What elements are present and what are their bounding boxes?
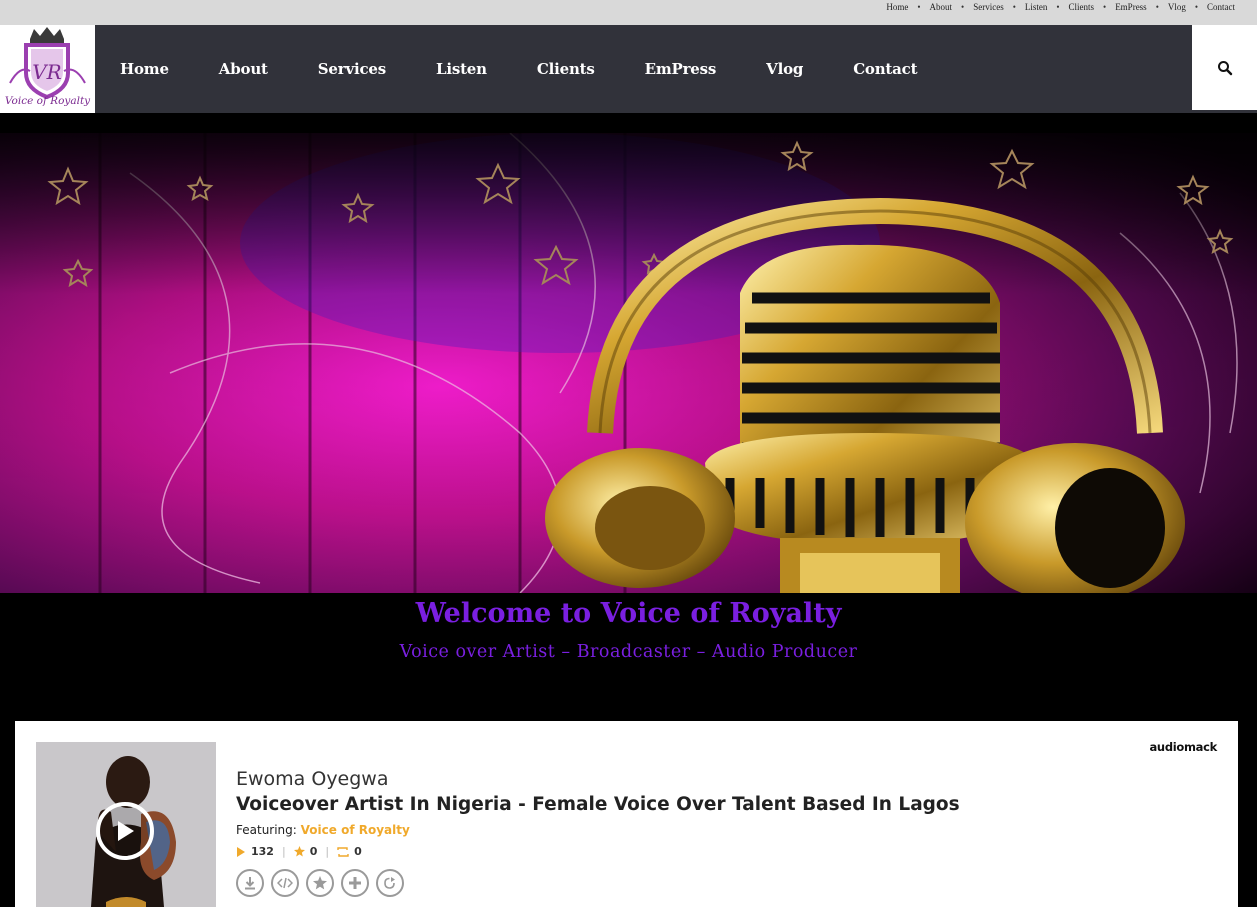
top-menu-separator: •	[961, 2, 965, 12]
top-menu-separator: •	[1012, 2, 1016, 12]
nav-empress[interactable]: EmPress	[620, 60, 742, 78]
nav-about[interactable]: About	[194, 60, 293, 78]
download-icon	[245, 877, 255, 890]
search-button[interactable]	[1192, 25, 1257, 110]
play-button[interactable]	[96, 802, 154, 860]
main-navbar: VR Voice of Royalty Home About Services …	[0, 25, 1257, 113]
top-menu-separator: •	[1056, 2, 1060, 12]
top-utility-bar: Home • About • Services • Listen • Clients • …	[0, 0, 1257, 25]
main-nav: Home About Services Listen Clients EmPre…	[95, 25, 942, 113]
embed-icon	[277, 877, 293, 889]
top-menu-services[interactable]: Services	[973, 2, 1004, 12]
featuring-artist-link[interactable]: Voice of Royalty	[301, 823, 410, 837]
artist-name[interactable]: Ewoma Oyegwa	[236, 768, 389, 790]
stat-divider: |	[325, 845, 330, 858]
logo-text: Voice of Royalty	[4, 95, 91, 107]
star-icon	[293, 846, 305, 857]
stat-divider: |	[281, 845, 286, 858]
top-menu: Home • About • Services • Listen • Clients • …	[886, 2, 1235, 12]
top-menu-separator: •	[1194, 2, 1198, 12]
nav-vlog[interactable]: Vlog	[741, 60, 828, 78]
add-to-playlist-button[interactable]	[341, 869, 369, 897]
featuring-line: Featuring: Voice of Royalty	[236, 823, 410, 837]
svg-text:VR: VR	[32, 60, 62, 84]
track-actions	[236, 869, 411, 897]
share-button[interactable]	[376, 869, 404, 897]
audio-player-card: audiomack Ewoma Oyegwa Voiceover Artist …	[15, 721, 1238, 907]
favorites-count: 0	[309, 845, 318, 858]
top-menu-empress[interactable]: EmPress	[1115, 2, 1147, 12]
play-icon	[118, 821, 134, 841]
track-cover-art	[36, 742, 216, 907]
tagline: Voice over Artist – Broadcaster – Audio …	[399, 642, 858, 662]
nav-clients[interactable]: Clients	[512, 60, 620, 78]
top-menu-separator: •	[917, 2, 921, 12]
top-menu-separator: •	[1103, 2, 1107, 12]
nav-contact[interactable]: Contact	[828, 60, 942, 78]
reposts-count: 0	[354, 845, 362, 858]
download-button[interactable]	[236, 869, 264, 897]
add-icon	[349, 877, 361, 889]
top-menu-home[interactable]: Home	[886, 2, 908, 12]
plays-stat: 132	[236, 845, 274, 858]
plays-count: 132	[251, 845, 274, 858]
top-menu-about[interactable]: About	[930, 2, 953, 12]
top-menu-listen[interactable]: Listen	[1025, 2, 1048, 12]
welcome-heading: Welcome to Voice of Royalty	[415, 598, 842, 629]
nav-home[interactable]: Home	[95, 60, 194, 78]
top-menu-separator: •	[1155, 2, 1159, 12]
embed-button[interactable]	[271, 869, 299, 897]
nav-services[interactable]: Services	[293, 60, 411, 78]
search-icon	[1217, 60, 1232, 75]
favorites-stat: 0	[293, 845, 318, 858]
audiomack-brand-logo[interactable]: audiomack	[1149, 740, 1217, 754]
nav-listen[interactable]: Listen	[411, 60, 512, 78]
featuring-label: Featuring:	[236, 823, 297, 837]
top-menu-vlog[interactable]: Vlog	[1168, 2, 1186, 12]
play-count-icon	[237, 846, 245, 857]
reposts-stat: 0	[337, 845, 362, 858]
favorite-button[interactable]	[306, 869, 334, 897]
microphone-headphones-banner-image	[0, 133, 1257, 593]
track-title[interactable]: Voiceover Artist In Nigeria - Female Voi…	[236, 794, 960, 815]
favorite-icon	[313, 876, 327, 890]
repost-icon	[337, 846, 349, 857]
track-stats: 132 | 0 | 0	[236, 845, 362, 858]
top-menu-clients[interactable]: Clients	[1069, 2, 1095, 12]
top-menu-contact[interactable]: Contact	[1207, 2, 1235, 12]
site-logo[interactable]: VR Voice of Royalty	[0, 25, 95, 113]
share-icon	[384, 877, 395, 889]
hero-banner	[0, 133, 1257, 593]
